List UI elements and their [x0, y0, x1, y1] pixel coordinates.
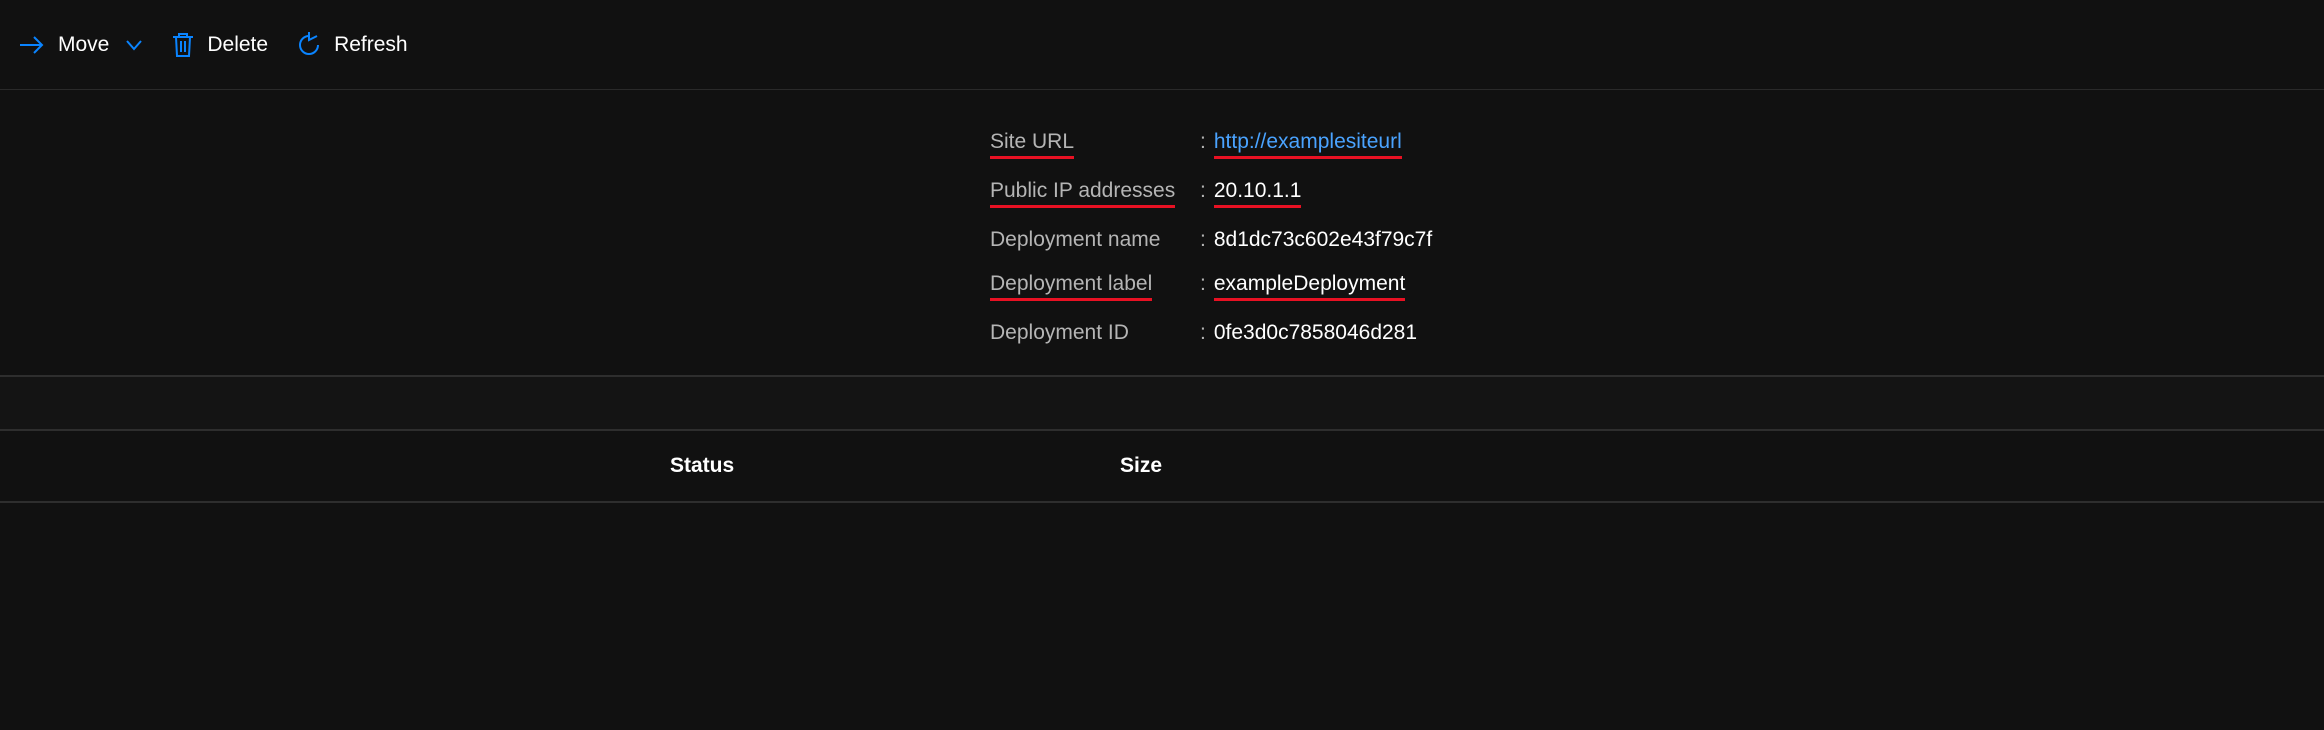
deployment-name-value: 8d1dc73c602e43f79c7f	[1214, 228, 1432, 252]
site-url-link[interactable]: http://examplesiteurl	[1214, 130, 1402, 159]
refresh-icon	[296, 32, 322, 58]
delete-label: Delete	[207, 33, 268, 57]
size-column-header[interactable]: Size	[1120, 454, 1162, 478]
move-label: Move	[58, 33, 109, 57]
public-ip-row: Public IP addresses : 20.10.1.1	[990, 179, 1432, 208]
chevron-down-icon	[125, 39, 143, 51]
colon: :	[1200, 228, 1206, 252]
site-url-label: Site URL	[990, 130, 1200, 159]
colon: :	[1200, 130, 1206, 154]
deployment-id-label: Deployment ID	[990, 321, 1200, 345]
arrow-right-icon	[18, 34, 46, 56]
move-button[interactable]: Move	[18, 33, 143, 57]
overview-content: Site URL : http://examplesiteurl Public …	[0, 90, 2324, 345]
table-header-row: Status Size	[0, 431, 2324, 503]
status-column-header[interactable]: Status	[670, 454, 1070, 478]
deployment-id-value: 0fe3d0c7858046d281	[1214, 321, 1417, 345]
deployment-label-row: Deployment label : exampleDeployment	[990, 272, 1432, 301]
table-separator	[0, 375, 2324, 431]
refresh-button[interactable]: Refresh	[296, 32, 408, 58]
deployment-label-label: Deployment label	[990, 272, 1200, 301]
deployment-label-value: exampleDeployment	[1214, 272, 1405, 301]
colon: :	[1200, 321, 1206, 345]
delete-button[interactable]: Delete	[171, 32, 268, 58]
site-url-row: Site URL : http://examplesiteurl	[990, 130, 1432, 159]
refresh-label: Refresh	[334, 33, 408, 57]
left-spacer	[0, 130, 990, 345]
public-ip-value: 20.10.1.1	[1214, 179, 1302, 208]
public-ip-label: Public IP addresses	[990, 179, 1200, 208]
colon: :	[1200, 272, 1206, 296]
deployment-id-row: Deployment ID : 0fe3d0c7858046d281	[990, 321, 1432, 345]
deployment-name-row: Deployment name : 8d1dc73c602e43f79c7f	[990, 228, 1432, 252]
trash-icon	[171, 32, 195, 58]
command-bar: Move Delete Refresh	[0, 0, 2324, 90]
deployment-name-label: Deployment name	[990, 228, 1200, 252]
colon: :	[1200, 179, 1206, 203]
details-panel: Site URL : http://examplesiteurl Public …	[990, 130, 1432, 345]
